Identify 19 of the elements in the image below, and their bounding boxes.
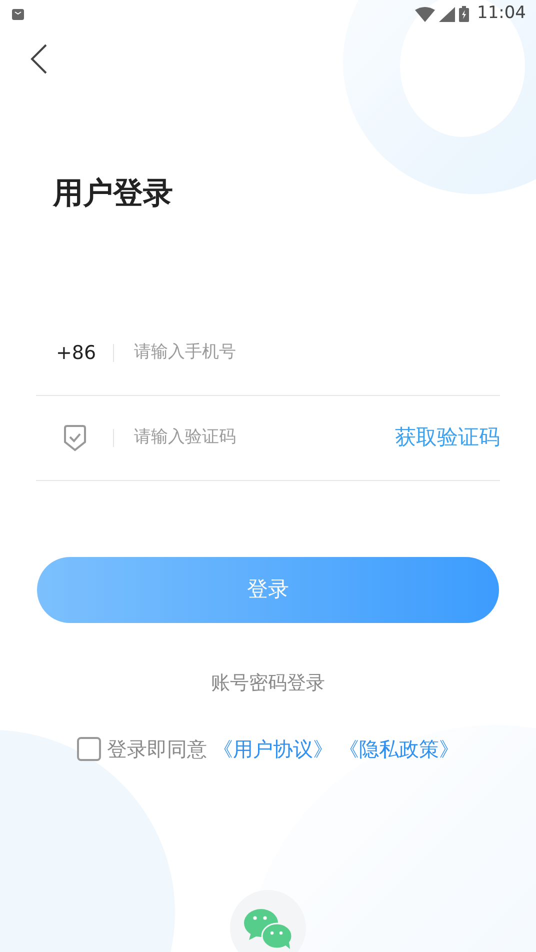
battery-icon (459, 6, 469, 22)
policy-link[interactable]: 《用户协议》 (213, 734, 333, 764)
agree-checkbox[interactable] (77, 736, 101, 760)
phone-input-field[interactable]: 请输入手机号 (132, 339, 500, 367)
wifi-icon (415, 6, 435, 22)
page-title: 用户登录 (53, 176, 173, 211)
get-code-button[interactable]: 获取验证码 (395, 422, 500, 454)
notification-icon (12, 8, 24, 20)
status-time: 11:04 (477, 2, 526, 26)
login-button[interactable]: 登录 (37, 557, 499, 623)
shield-check-icon (63, 424, 87, 452)
policy-link[interactable]: 《隐私政策》 (339, 734, 459, 764)
back-icon[interactable] (30, 44, 48, 74)
country-code[interactable]: +86 (36, 338, 113, 368)
code-input-field[interactable]: 请输入验证码 (132, 424, 395, 452)
password-login-link[interactable]: 账号密码登录 (211, 672, 325, 694)
chat-bubbles-icon (243, 906, 293, 948)
agreement-text: 登录即同意 (107, 736, 207, 762)
signal-icon (439, 6, 455, 22)
